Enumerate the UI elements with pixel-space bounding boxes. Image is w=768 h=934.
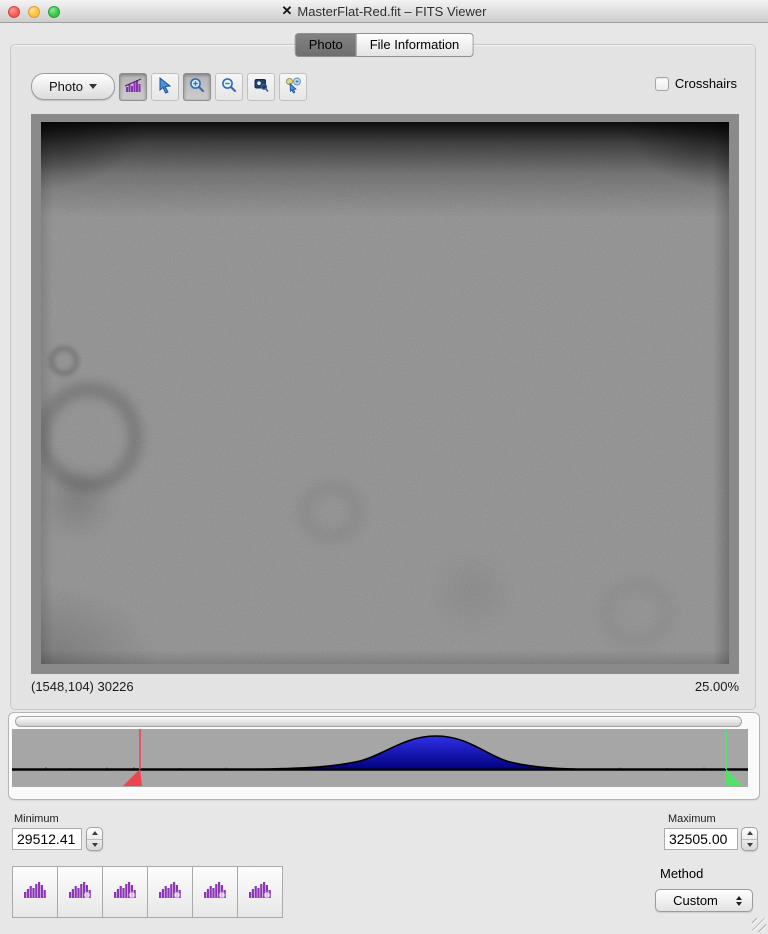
stretch-preset-6[interactable] bbox=[237, 866, 283, 918]
zoom-actual-tool-button[interactable] bbox=[247, 73, 275, 101]
photo-zoom-icon bbox=[252, 76, 270, 99]
mini-histogram-icon bbox=[112, 880, 138, 905]
vignette-overlay bbox=[41, 122, 729, 664]
histogram-curve bbox=[12, 729, 748, 786]
close-button[interactable] bbox=[8, 6, 20, 18]
stretch-preset-5[interactable] bbox=[192, 866, 238, 918]
zoom-in-icon bbox=[188, 76, 206, 99]
view-tabs: Photo File Information bbox=[294, 33, 474, 57]
step-down-icon bbox=[91, 842, 98, 847]
resize-grip[interactable] bbox=[752, 918, 766, 932]
stretch-preset-3[interactable] bbox=[102, 866, 148, 918]
zoom-window-button[interactable] bbox=[48, 6, 60, 18]
mini-histogram-icon bbox=[22, 880, 48, 905]
minimum-input[interactable] bbox=[12, 828, 82, 850]
mini-histogram-icon bbox=[157, 880, 183, 905]
popup-arrows-icon bbox=[731, 895, 747, 906]
cursor-icon bbox=[156, 76, 174, 99]
document-icon: ✕ bbox=[281, 3, 293, 18]
histogram-tool-button[interactable] bbox=[119, 73, 147, 101]
zoom-in-tool-button[interactable] bbox=[183, 73, 211, 101]
zoom-selection-tool-button[interactable] bbox=[279, 73, 307, 101]
minimum-label: Minimum bbox=[14, 813, 59, 825]
photo-dropdown-label: Photo bbox=[49, 79, 83, 94]
crosshairs-label: Crosshairs bbox=[674, 76, 737, 91]
stretch-presets bbox=[12, 866, 283, 918]
maximum-stepper[interactable] bbox=[741, 827, 758, 851]
method-value: Custom bbox=[673, 893, 718, 908]
crosshairs-control: Crosshairs bbox=[654, 76, 737, 91]
mini-histogram-icon bbox=[202, 880, 228, 905]
min-marker[interactable] bbox=[123, 729, 142, 786]
maximum-label: Maximum bbox=[668, 813, 716, 825]
maximum-input[interactable] bbox=[664, 828, 738, 850]
stretch-preset-1[interactable] bbox=[12, 866, 58, 918]
zoom-out-icon bbox=[220, 76, 238, 99]
chevron-down-icon bbox=[88, 84, 97, 89]
image-viewer-frame bbox=[31, 114, 739, 674]
traffic-lights bbox=[0, 6, 60, 18]
mini-histogram-icon bbox=[247, 880, 273, 905]
tab-file-information[interactable]: File Information bbox=[356, 33, 474, 57]
zoom-out-tool-button[interactable] bbox=[215, 73, 243, 101]
cursor-zoom-icon bbox=[284, 76, 302, 99]
stretch-preset-4[interactable] bbox=[147, 866, 193, 918]
select-tool-button[interactable] bbox=[151, 73, 179, 101]
fits-image[interactable] bbox=[41, 122, 729, 664]
method-label: Method bbox=[660, 866, 704, 881]
title-bar: ✕ MasterFlat-Red.fit – FITS Viewer bbox=[0, 0, 768, 23]
photo-panel: Photo Crosshairs (1548,104) 30226 25.00% bbox=[10, 44, 756, 710]
histogram-box bbox=[8, 712, 760, 800]
step-up-icon bbox=[746, 831, 753, 836]
step-down-icon bbox=[746, 842, 753, 847]
zoom-level: 25.00% bbox=[694, 679, 739, 694]
histogram-plot[interactable] bbox=[12, 729, 748, 787]
mini-histogram-icon bbox=[67, 880, 93, 905]
histogram-scrollbar[interactable] bbox=[15, 716, 742, 727]
method-popup[interactable]: Custom bbox=[655, 889, 753, 912]
photo-dropdown[interactable]: Photo bbox=[31, 73, 115, 100]
status-bar: (1548,104) 30226 25.00% bbox=[31, 679, 739, 694]
cursor-readout: (1548,104) 30226 bbox=[31, 679, 134, 694]
minimum-stepper[interactable] bbox=[86, 827, 103, 851]
minimize-button[interactable] bbox=[28, 6, 40, 18]
stretch-preset-2[interactable] bbox=[57, 866, 103, 918]
max-marker[interactable] bbox=[725, 729, 743, 786]
window-title: ✕ MasterFlat-Red.fit – FITS Viewer bbox=[282, 3, 487, 19]
step-up-icon bbox=[91, 831, 98, 836]
window-title-text: MasterFlat-Red.fit – FITS Viewer bbox=[297, 3, 487, 19]
histogram-icon bbox=[124, 76, 143, 99]
crosshairs-checkbox[interactable] bbox=[654, 76, 669, 91]
tab-photo[interactable]: Photo bbox=[294, 33, 357, 57]
